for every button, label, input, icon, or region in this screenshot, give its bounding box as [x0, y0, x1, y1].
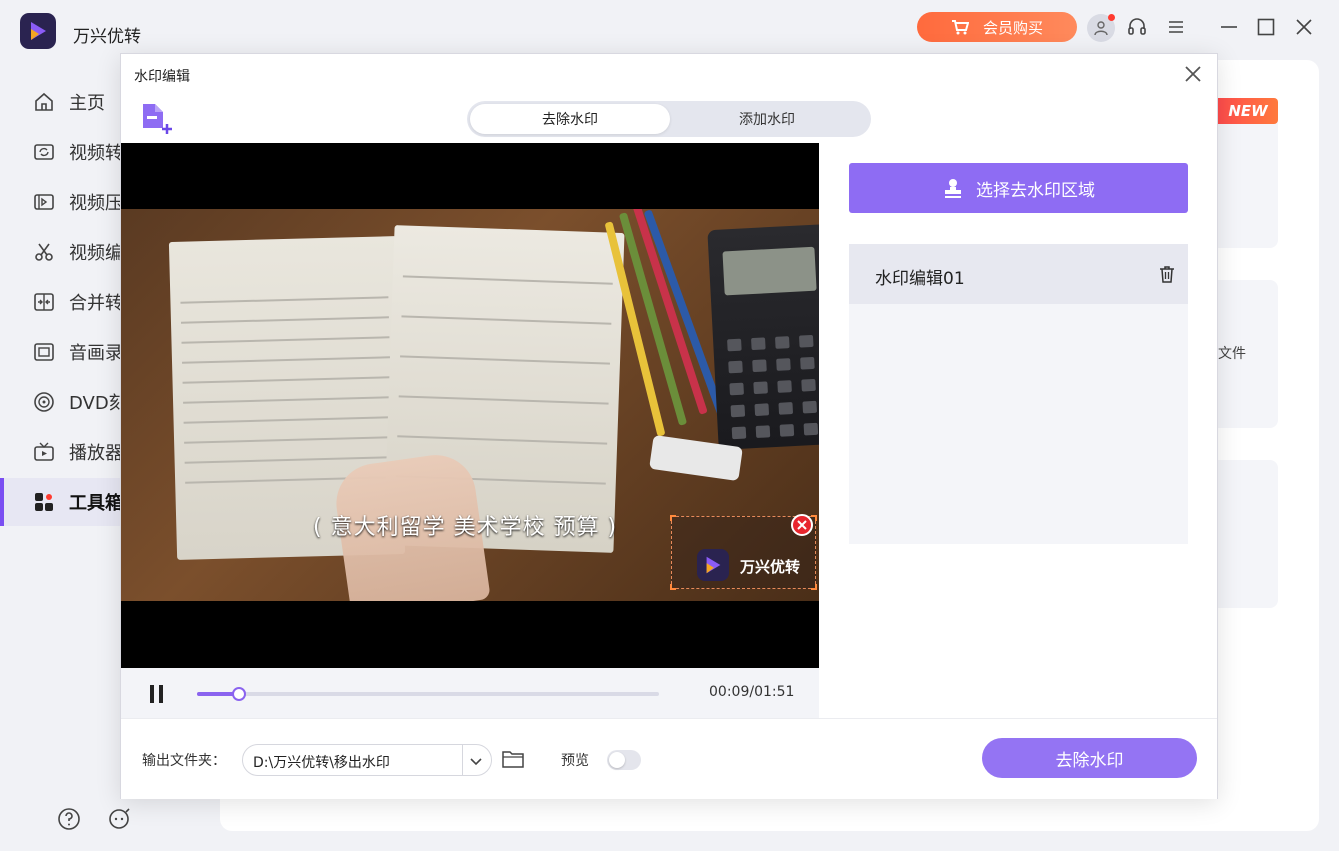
calculator — [707, 224, 819, 450]
home-icon — [32, 90, 56, 114]
watermark-text: 万兴优转 — [740, 558, 801, 576]
close-window-icon[interactable] — [1291, 14, 1317, 40]
mode-tabs: 去除水印 添加水印 — [467, 101, 871, 137]
merge-icon — [32, 290, 56, 314]
watermark-item-label: 水印编辑01 — [875, 269, 965, 289]
trash-icon[interactable] — [1157, 264, 1177, 284]
tab-add-watermark[interactable]: 添加水印 — [667, 104, 867, 134]
select-watermark-area-button[interactable]: 选择去水印区域 — [849, 163, 1188, 213]
menu-icon[interactable] — [1163, 14, 1189, 40]
player-controls: 00:09/01:51 — [121, 668, 819, 718]
remove-watermark-button[interactable]: 去除水印 — [982, 738, 1197, 778]
video-compress-icon — [32, 190, 56, 214]
sidebar-item-label: 合并转 — [69, 293, 123, 314]
record-icon — [32, 340, 56, 364]
output-bar: 输出文件夹： D:\万兴优转\移出水印 预览 去除水印 — [121, 718, 1217, 799]
sidebar-item-label: DVD刻 — [69, 393, 127, 414]
toolbox-icon — [32, 490, 56, 514]
sidebar-item-label: 视频压 — [69, 193, 123, 214]
playback-time: 00:09/01:51 — [709, 684, 795, 700]
watermark-editor-dialog: 水印编辑 去除水印 添加水印 (意大利留学 美术学校 预算) 万兴优转 00… — [120, 53, 1218, 799]
preview-label: 预览 — [561, 753, 589, 769]
scissors-icon — [32, 240, 56, 264]
tv-icon — [32, 440, 56, 464]
preview-toggle[interactable] — [607, 750, 641, 770]
sidebar-item-label: 音画录 — [69, 343, 123, 364]
sidebar-item-label: 视频编 — [69, 243, 123, 264]
list-item[interactable]: 水印编辑01 — [849, 244, 1188, 304]
progress-handle[interactable] — [232, 687, 246, 701]
output-folder-select[interactable]: D:\万兴优转\移出水印 — [242, 744, 492, 776]
pause-icon[interactable] — [149, 685, 165, 703]
video-frame: ( 意大利留学 美术学校 预算 ) 万兴优转 — [121, 209, 819, 601]
close-icon[interactable] — [1183, 64, 1203, 84]
select-watermark-area-label: 选择去水印区域 — [976, 180, 1095, 201]
sidebar-item-label: 视频转 — [69, 143, 123, 164]
sidebar-item-label: 播放器 — [69, 443, 123, 464]
feedback-icon[interactable] — [106, 806, 132, 832]
dialog-title: 水印编辑 — [134, 69, 190, 85]
output-folder-path: D:\万兴优转\移出水印 — [253, 755, 390, 771]
tool-card[interactable] — [1216, 460, 1278, 608]
video-convert-icon — [32, 140, 56, 164]
progress-bar[interactable] — [197, 687, 659, 701]
cart-icon — [951, 20, 969, 35]
chevron-down-icon[interactable] — [469, 753, 483, 767]
app-logo-icon — [20, 13, 56, 49]
stamp-icon — [945, 179, 961, 198]
sidebar-item-label: 工具箱 — [69, 493, 123, 514]
watermark-list: 水印编辑01 — [849, 244, 1188, 544]
tab-remove-watermark[interactable]: 去除水印 — [470, 104, 670, 134]
video-subtitle: ( 意大利留学 美术学校 预算 ) — [313, 515, 618, 540]
vip-purchase-label: 会员购买 — [982, 18, 1043, 37]
app-name: 万兴优转 — [73, 27, 141, 47]
video-preview[interactable]: ( 意大利留学 美术学校 预算 ) 万兴优转 — [121, 143, 819, 668]
delete-selection-icon[interactable] — [791, 514, 813, 536]
new-badge: NEW — [1218, 98, 1278, 124]
folder-icon[interactable] — [502, 749, 524, 769]
watermark-logo-icon — [697, 549, 729, 581]
sidebar-item-label: 主页 — [69, 93, 105, 114]
vip-purchase-button[interactable]: 会员购买 — [917, 12, 1077, 42]
output-folder-label: 输出文件夹： — [142, 753, 226, 769]
help-icon[interactable] — [56, 806, 82, 832]
disc-icon — [32, 390, 56, 414]
headset-icon[interactable] — [1124, 14, 1150, 40]
add-file-icon[interactable] — [141, 102, 175, 136]
minimize-icon[interactable] — [1216, 14, 1242, 40]
maximize-icon[interactable] — [1253, 14, 1279, 40]
user-avatar-icon[interactable] — [1087, 14, 1115, 42]
tool-card-text: 文件 — [1218, 346, 1246, 362]
title-bar: 万兴优转 会员购买 — [0, 0, 1339, 56]
